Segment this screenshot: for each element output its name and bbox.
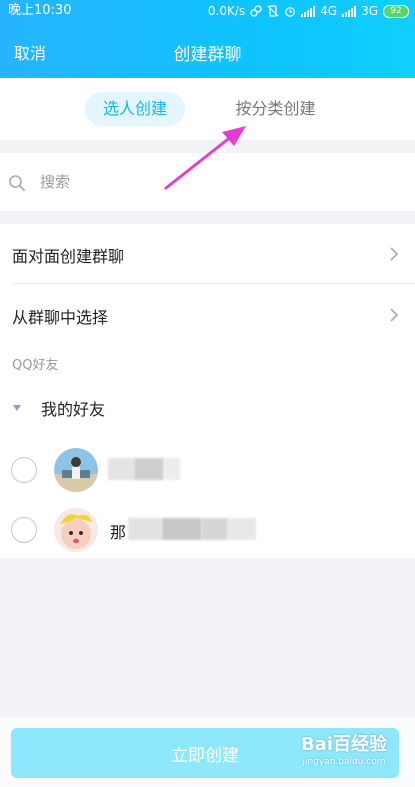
annotation-arrow (164, 126, 246, 190)
signal-icon-2 (342, 5, 357, 17)
avatar (54, 508, 98, 552)
caret-down-icon (13, 405, 21, 411)
group-label: 我的好友 (41, 400, 106, 419)
tab-select-people[interactable]: 选人创建 (85, 92, 185, 126)
status-icons: 0.0K/s 4G 3G 92 (208, 0, 409, 22)
friend-name: 那 (110, 523, 127, 542)
divider (12, 283, 415, 284)
nav-item-label: 面对面创建群聊 (12, 247, 125, 266)
friend-row[interactable] (0, 440, 415, 496)
network-3g-label: 3G (361, 4, 378, 18)
page-title: 创建群聊 (173, 45, 242, 65)
net-speed: 0.0K/s (207, 4, 246, 18)
signal-icon (301, 5, 316, 17)
group-header-my-friends[interactable]: 我的好友 (0, 386, 415, 426)
title-bar: 取消 创建群聊 (0, 30, 415, 74)
chevron-right-icon (390, 247, 399, 261)
watermark-logo: Bai百经验 (300, 734, 387, 755)
status-bar: 晚上10:30 0.0K/s 4G 3G 92 (0, 0, 415, 22)
watermark-url: jingyan.baidu.com (302, 757, 386, 767)
avatar (54, 448, 98, 492)
contacts-list: 面对面创建群聊 从群聊中选择 QQ好友 我的好友 那 (0, 224, 415, 558)
chevron-right-icon (390, 308, 399, 322)
app-header: 晚上10:30 0.0K/s 4G 3G 92 取消 创建群聊 (0, 0, 415, 78)
status-time: 晚上10:30 (8, 3, 72, 18)
select-from-group-item[interactable]: 从群聊中选择 (0, 285, 415, 345)
network-4g-label: 4G (320, 4, 338, 18)
link-icon (250, 5, 262, 17)
friend-checkbox[interactable] (11, 517, 37, 543)
vibrate-off-icon (267, 5, 279, 17)
nav-item-label: 从群聊中选择 (12, 308, 109, 327)
battery-icon: 92 (383, 4, 409, 18)
friend-checkbox[interactable] (11, 457, 37, 483)
alarm-icon (285, 7, 295, 17)
friend-row[interactable]: 那 (0, 500, 415, 556)
section-label-qq-friends: QQ好友 (12, 358, 59, 373)
tab-by-category[interactable]: 按分类创建 (218, 92, 333, 126)
watermark: Bai百经验 jingyan.baidu.com (301, 730, 387, 767)
face-to-face-create-item[interactable]: 面对面创建群聊 (0, 224, 415, 284)
search-icon (9, 175, 25, 191)
